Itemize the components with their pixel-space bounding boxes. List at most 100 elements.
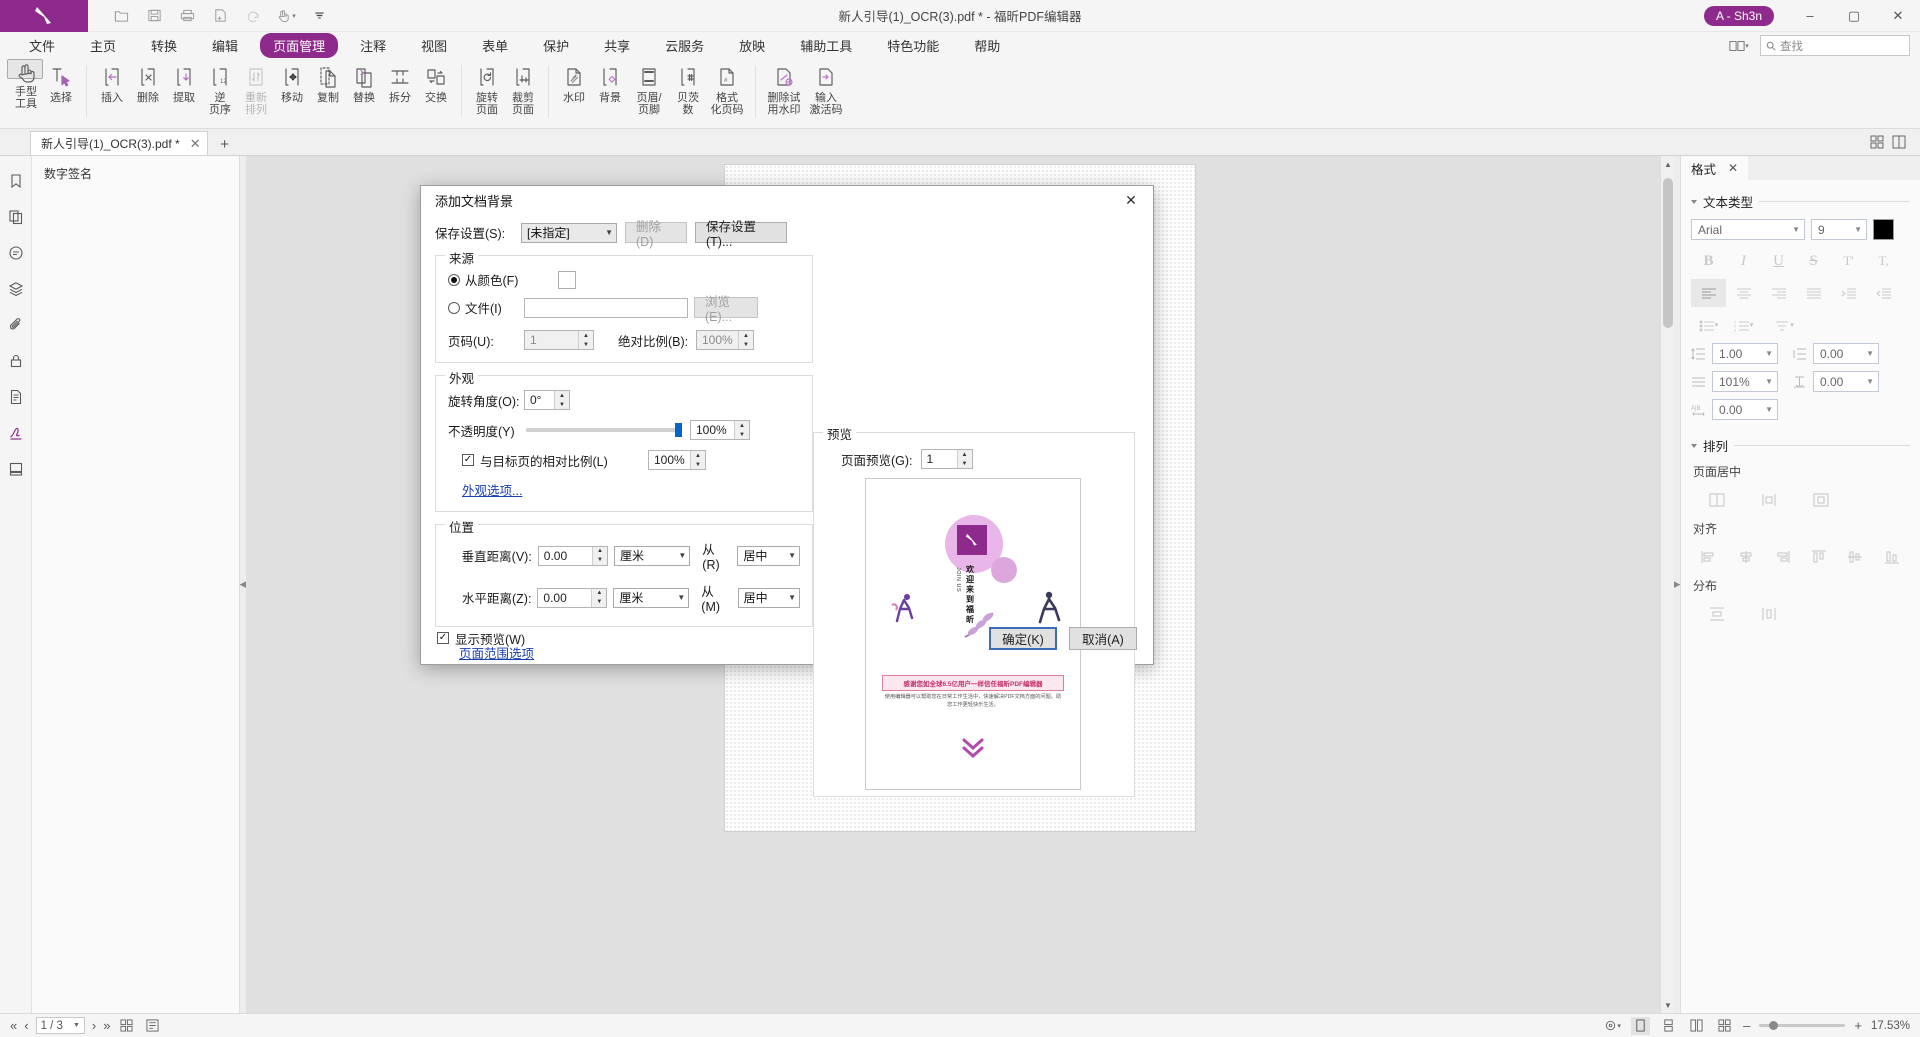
spinner-down[interactable]: ▼ <box>958 459 972 468</box>
menu-item-9[interactable]: 共享 <box>591 33 643 58</box>
search-input[interactable]: 查找 <box>1760 35 1910 56</box>
horizontal-scale-field[interactable]: 101% ▼ <box>1712 371 1778 392</box>
ribbon-select-tool[interactable]: 选择 <box>43 59 79 121</box>
spinner-down[interactable]: ▼ <box>735 430 749 439</box>
vertical-distance-spinner[interactable]: 0.00 ▲▼ <box>538 546 608 566</box>
first-page-button[interactable]: « <box>10 1018 17 1033</box>
zoom-slider[interactable] <box>1759 1024 1845 1027</box>
spinner-up[interactable]: ▲ <box>555 391 569 400</box>
maximize-button[interactable]: ▢ <box>1832 0 1876 32</box>
spinner-down[interactable]: ▼ <box>592 598 606 607</box>
align-objects-right-button[interactable] <box>1764 543 1801 571</box>
relative-scale-checkbox[interactable]: ✓ 与目标页的相对比例(L) <box>462 451 648 470</box>
center-both-button[interactable] <box>1795 486 1847 514</box>
horizontal-from-select[interactable]: 居中 ▼ <box>738 588 800 608</box>
facing-view[interactable] <box>1687 1017 1706 1035</box>
spinner-up[interactable]: ▲ <box>579 331 593 340</box>
scroll-up-arrow[interactable]: ▲ <box>1661 156 1674 172</box>
split-view-icon[interactable] <box>1892 135 1906 152</box>
from-file-radio[interactable]: 文件(I) <box>448 298 524 317</box>
relative-scale-spinner[interactable]: 100% ▲▼ <box>648 450 706 470</box>
next-page-button[interactable]: › <box>92 1018 96 1033</box>
menu-item-12[interactable]: 辅助工具 <box>787 33 865 58</box>
close-icon[interactable]: ✕ <box>1117 188 1145 212</box>
ribbon-background[interactable]: 背景 <box>592 59 628 121</box>
align-objects-middle-button[interactable] <box>1837 543 1874 571</box>
document-tab[interactable]: 新人引导(1)_OCR(3).pdf * ✕ <box>30 131 208 155</box>
sidebar-item-signature[interactable] <box>3 418 29 448</box>
ribbon-format-page-number[interactable]: #格式化页码 <box>706 59 748 121</box>
ribbon-crop-pages[interactable]: 裁剪页面 <box>505 59 541 121</box>
opacity-spinner[interactable]: 100% ▲▼ <box>690 420 750 440</box>
opacity-slider-knob[interactable] <box>675 423 682 437</box>
distribute-horizontally-button[interactable] <box>1743 600 1795 628</box>
menu-item-6[interactable]: 视图 <box>408 33 460 58</box>
save-settings-button[interactable]: 保存设置(T)... <box>695 222 787 243</box>
align-left-button[interactable] <box>1691 279 1726 307</box>
sidebar-item-stamp[interactable] <box>3 454 29 484</box>
spinner-down[interactable]: ▼ <box>691 460 705 469</box>
scrollbar-thumb[interactable] <box>1663 178 1673 328</box>
align-objects-bottom-button[interactable] <box>1874 543 1911 571</box>
ribbon-rearrange-pages[interactable]: 重新排列 <box>238 59 274 121</box>
center-horizontally-button[interactable] <box>1743 486 1795 514</box>
zoom-in-button[interactable]: + <box>1854 1018 1862 1033</box>
close-icon[interactable]: ✕ <box>190 136 201 152</box>
facing-continuous-view[interactable] <box>1715 1017 1734 1035</box>
spinner-arrows[interactable]: ▲▼ <box>578 331 593 349</box>
section-arrange[interactable]: 排列 <box>1691 436 1910 455</box>
close-icon[interactable]: ✕ <box>1728 161 1738 175</box>
strikethrough-button[interactable]: S <box>1796 247 1831 275</box>
center-vertically-button[interactable] <box>1691 486 1743 514</box>
menu-item-1[interactable]: 主页 <box>77 33 129 58</box>
ribbon-hand-tool[interactable]: 手型工具 <box>7 59 43 79</box>
view-settings-icon[interactable]: ▾ <box>1603 1017 1622 1035</box>
ribbon-bates-numbering[interactable]: 贝茨数 <box>670 59 706 121</box>
menu-item-2[interactable]: 转换 <box>138 33 190 58</box>
ribbon-remove-trial-watermark[interactable]: 删除试用水印 <box>763 59 805 121</box>
ribbon-reverse-page-order[interactable]: 12逆页序 <box>202 59 238 121</box>
spinner-up[interactable]: ▲ <box>691 451 705 460</box>
absolute-scale-spinner[interactable]: 100% ▲▼ <box>696 330 754 350</box>
ribbon-split-pages[interactable]: 拆分 <box>382 59 418 121</box>
open-icon[interactable] <box>106 3 136 29</box>
align-right-button[interactable] <box>1761 279 1796 307</box>
customize-qat-icon[interactable] <box>304 3 334 29</box>
save-settings-select[interactable]: [未指定] ▼ <box>521 223 617 243</box>
vertical-from-select[interactable]: 居中 ▼ <box>737 546 800 566</box>
spinner-arrows[interactable]: ▲▼ <box>690 451 705 469</box>
hand-tool-icon[interactable]: ▾ <box>271 3 301 29</box>
line-spacing-button[interactable]: ▾ <box>1761 311 1807 339</box>
sidebar-item-comment[interactable] <box>3 238 29 268</box>
space-after-field[interactable]: 0.00 ▼ <box>1813 371 1879 392</box>
spinner-down[interactable]: ▼ <box>593 556 607 565</box>
menu-item-11[interactable]: 放映 <box>726 33 778 58</box>
sidebar-item-pages[interactable] <box>3 202 29 232</box>
bullet-list-button[interactable]: ▾ <box>1691 311 1726 339</box>
subscript-button[interactable]: T, <box>1866 247 1901 275</box>
align-center-button[interactable] <box>1726 279 1761 307</box>
spinner-down[interactable]: ▼ <box>579 340 593 349</box>
spinner-up[interactable]: ▲ <box>739 331 753 340</box>
menu-item-0[interactable]: 文件 <box>16 33 68 58</box>
font-color-swatch[interactable] <box>1873 219 1894 240</box>
minimize-button[interactable]: – <box>1788 0 1832 32</box>
page-indicator[interactable]: 1 / 3 ▼ <box>36 1017 85 1034</box>
align-objects-left-button[interactable] <box>1691 543 1728 571</box>
sidebar-item-layers[interactable] <box>3 274 29 304</box>
opacity-slider[interactable] <box>526 428 682 432</box>
cancel-button[interactable]: 取消(A) <box>1069 627 1137 650</box>
sidebar-item-destinations[interactable] <box>3 382 29 412</box>
tile-view-icon[interactable] <box>1870 135 1884 152</box>
ribbon-copy-pages[interactable]: 复制 <box>310 59 346 121</box>
undo-icon[interactable] <box>238 3 268 29</box>
show-preview-checkbox[interactable]: ✓ 显示预览(W) <box>437 629 525 648</box>
new-tab-button[interactable]: + <box>214 133 236 155</box>
page-number-spinner[interactable]: 1 ▲▼ <box>524 330 594 350</box>
numbered-list-button[interactable]: 123 ▾ <box>1726 311 1761 339</box>
close-button[interactable]: ✕ <box>1876 0 1920 32</box>
single-page-view[interactable] <box>1631 1017 1650 1035</box>
spinner-up[interactable]: ▲ <box>592 589 606 598</box>
last-page-button[interactable]: » <box>103 1018 110 1033</box>
ok-button[interactable]: 确定(K) <box>989 627 1057 650</box>
